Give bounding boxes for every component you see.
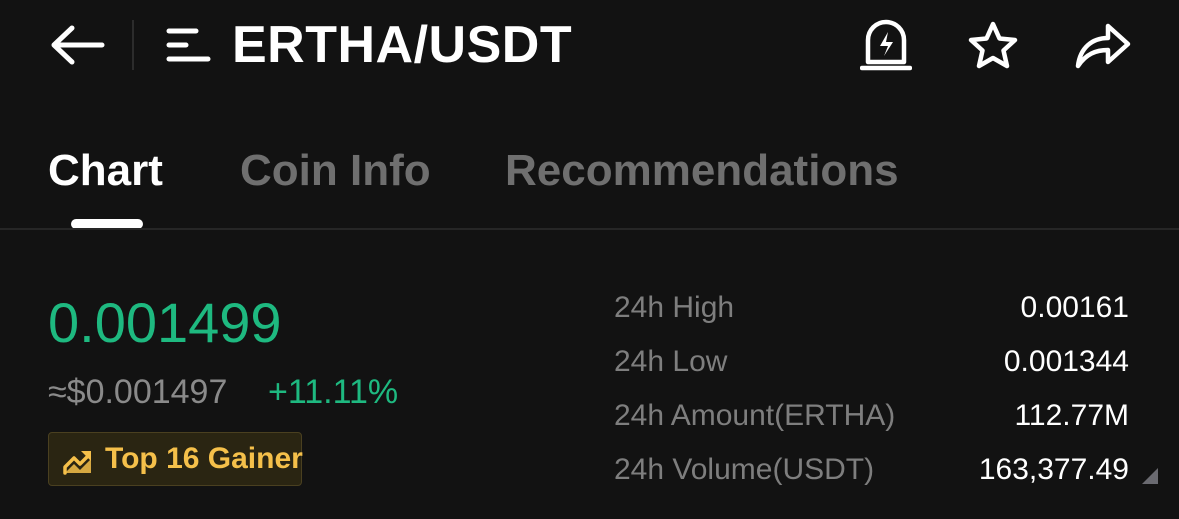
list-menu-icon[interactable] xyxy=(166,27,212,63)
stat-label-high: 24h High xyxy=(614,291,735,324)
trending-up-icon xyxy=(63,445,93,475)
tab-coin-info[interactable]: Coin Info xyxy=(240,140,431,202)
header-divider xyxy=(132,20,134,70)
favorite-star-icon[interactable] xyxy=(966,20,1020,72)
fiat-price: ≈$0.001497 xyxy=(48,373,228,411)
stat-value-high: 0.00161 xyxy=(1020,291,1129,324)
price-alert-bell-icon[interactable] xyxy=(860,18,912,72)
tab-bar: Chart Coin Info Recommendations xyxy=(0,140,1179,230)
stat-label-volume: 24h Volume(USDT) xyxy=(614,453,875,486)
badge-label: Top 16 Gainer xyxy=(105,442,303,475)
stat-value-low: 0.001344 xyxy=(1003,345,1129,378)
expand-corner-icon[interactable] xyxy=(1140,466,1160,486)
stat-value-volume: 163,377.49 xyxy=(978,453,1129,486)
back-arrow-icon[interactable] xyxy=(50,22,106,68)
stat-label-amount: 24h Amount(ERTHA) xyxy=(614,399,896,432)
stat-label-low: 24h Low xyxy=(614,345,728,378)
tabs-divider xyxy=(0,228,1179,230)
tab-chart[interactable]: Chart xyxy=(48,140,163,202)
pair-title[interactable]: ERTHA/USDT xyxy=(232,14,572,76)
share-icon[interactable] xyxy=(1072,20,1132,70)
price-change-percent: +11.11% xyxy=(268,373,399,411)
tab-recommendations[interactable]: Recommendations xyxy=(505,140,899,202)
last-price: 0.001499 xyxy=(48,291,282,354)
stat-value-amount: 112.77M xyxy=(1014,399,1129,432)
top-gainer-badge[interactable]: Top 16 Gainer xyxy=(48,432,303,486)
